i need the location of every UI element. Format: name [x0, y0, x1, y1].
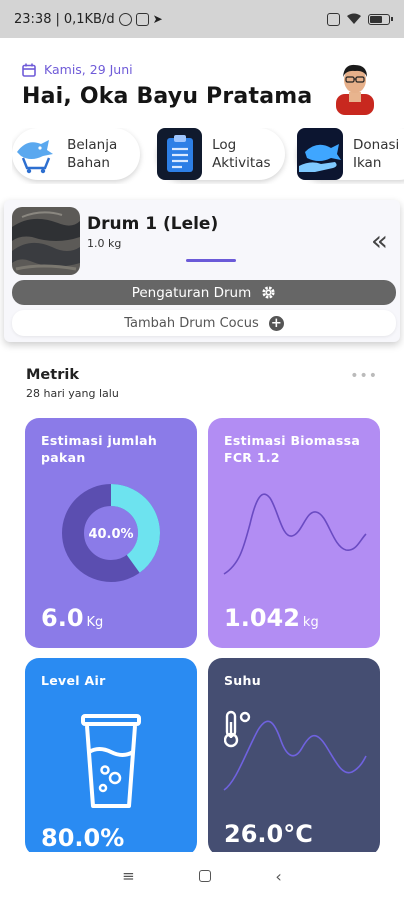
quick-action-donasi-ikan[interactable]: Donasi Ikan: [297, 128, 404, 180]
add-drum-label: Tambah Drum Cocus: [124, 315, 259, 331]
quick-action-belanja-bahan[interactable]: Belanja Bahan: [12, 128, 140, 180]
app-notification-icon: [135, 12, 149, 26]
greeting-title: Hai, Oka Bayu Pratama: [22, 84, 313, 109]
drum-settings-label: Pengaturan Drum: [131, 284, 252, 301]
biomass-unit: kg: [302, 615, 319, 630]
battery-icon: [368, 13, 393, 25]
system-nav-bar: ≡ ‹: [0, 852, 404, 900]
fish-cart-icon: [12, 128, 57, 180]
metric-card-biomass[interactable]: Estimasi Biomassa FCR 1.2 1.042 kg: [208, 418, 380, 648]
quick-action-log-aktivitas[interactable]: Log Aktivitas: [157, 128, 285, 180]
biomass-trend-line: [223, 493, 367, 575]
donut-percent-label: 40.0%: [88, 527, 133, 542]
home-icon[interactable]: [199, 870, 212, 882]
metrics-title: Metrik: [26, 367, 79, 383]
quick-actions-row: Belanja Bahan Log Aktivitas Donasi Ikan: [12, 128, 404, 184]
metric-card-feed[interactable]: Estimasi jumlah pakan 40.0% 6.0 Kg: [25, 418, 197, 648]
telegram-icon: ➤: [152, 12, 163, 26]
metric-card-title: Suhu: [224, 673, 261, 688]
feed-value: 6.0: [41, 604, 84, 632]
drum-title: Drum 1 (Lele): [87, 214, 219, 234]
date-row: Kamis, 29 Juni: [22, 62, 133, 77]
status-bar: 23:38 | 0,1KB/d ➤: [0, 0, 404, 38]
drum-weight: 1.0 kg: [87, 237, 122, 250]
user-avatar[interactable]: [330, 60, 380, 115]
network-speed: 0,1KB/d: [63, 11, 115, 27]
quick-action-label: Belanja Bahan: [67, 137, 118, 171]
metric-card-title: Estimasi Biomassa FCR 1.2: [224, 433, 361, 465]
more-options-icon[interactable]: •••: [350, 368, 378, 384]
metric-card-value: 1.042 kg: [224, 604, 319, 632]
drum-card[interactable]: Drum 1 (Lele) 1.0 kg « Pengaturan Drum T…: [4, 200, 400, 342]
clipboard-icon: [157, 128, 203, 180]
metrics-subtitle: 28 hari yang lalu: [26, 387, 119, 400]
temperature-trend-line: [223, 720, 367, 791]
metric-card-title: Level Air: [41, 673, 106, 688]
feed-donut-chart: 40.0%: [62, 484, 160, 582]
quick-action-label: Donasi Ikan: [353, 137, 400, 171]
metric-card-water-level[interactable]: Level Air 80.0%: [25, 658, 197, 856]
add-drum-button[interactable]: Tambah Drum Cocus +: [12, 310, 396, 336]
alarm-icon: [118, 12, 132, 26]
metric-card-value: 6.0 Kg: [41, 604, 103, 632]
quick-action-label: Log Aktivitas: [212, 137, 271, 171]
menu-icon[interactable]: ≡: [122, 867, 135, 885]
drum-fish-image: [12, 207, 80, 275]
sim-off-icon: [327, 12, 340, 26]
biomass-value: 1.042: [224, 604, 300, 632]
calendar-icon: [22, 63, 36, 77]
water-level-value: 80.0%: [41, 824, 125, 852]
carousel-indicator: [186, 259, 236, 262]
drum-settings-button[interactable]: Pengaturan Drum: [12, 280, 396, 305]
temperature-value: 26.0°C: [224, 820, 313, 848]
wifi-icon: [347, 13, 361, 24]
gear-icon: [262, 286, 275, 299]
plus-circle-icon: +: [268, 315, 284, 331]
feed-unit: Kg: [86, 615, 104, 630]
current-date: Kamis, 29 Juni: [44, 62, 133, 77]
back-icon[interactable]: ‹: [275, 867, 281, 886]
chevron-double-left-icon[interactable]: «: [371, 224, 388, 257]
status-time: 23:38: [14, 11, 52, 27]
hand-fish-icon: [297, 128, 343, 180]
water-glass-icon: [81, 714, 141, 808]
metric-card-temperature[interactable]: Suhu 26.0°C: [208, 658, 380, 856]
metric-card-title: Estimasi jumlah pakan: [41, 433, 158, 465]
